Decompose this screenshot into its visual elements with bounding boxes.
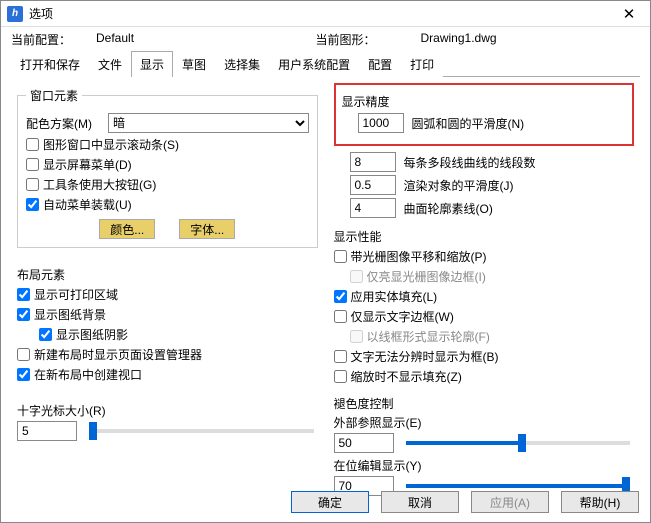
ok-button[interactable]: 确定 <box>291 491 369 513</box>
color-button[interactable]: 颜色... <box>99 219 155 239</box>
current-config-value: Default <box>96 31 316 48</box>
tab-bar: 打开和保存 文件 显示 草图 选择集 用户系统配置 配置 打印 <box>11 50 640 77</box>
crosshair-input[interactable] <box>17 421 77 441</box>
tab-file[interactable]: 文件 <box>89 51 131 77</box>
crosshair-label: 十字光标大小(R) <box>17 402 318 419</box>
wireframe-checkbox: 以线框形式显示轮廓(F) <box>350 328 490 345</box>
poly-seg-input[interactable] <box>350 152 396 172</box>
arc-smooth-input[interactable] <box>358 113 404 133</box>
color-scheme-select[interactable]: 暗 <box>108 113 309 133</box>
crosshair-slider[interactable] <box>89 429 314 433</box>
printable-area-checkbox[interactable]: 显示可打印区域 <box>17 286 118 303</box>
contour-label: 曲面轮廓素线(O) <box>404 200 493 217</box>
close-icon[interactable]: ✕ <box>614 5 644 23</box>
screen-menu-checkbox[interactable]: 显示屏幕菜单(D) <box>26 156 132 173</box>
paper-shadow-checkbox[interactable]: 显示图纸阴影 <box>39 326 128 343</box>
arc-smooth-label: 圆弧和圆的平滑度(N) <box>412 115 525 132</box>
perf-legend: 显示性能 <box>334 228 635 245</box>
render-smooth-input[interactable] <box>350 175 396 195</box>
page-setup-checkbox[interactable]: 新建布局时显示页面设置管理器 <box>17 346 202 363</box>
window-title: 选项 <box>29 5 614 22</box>
tab-selection[interactable]: 选择集 <box>215 51 269 77</box>
poly-seg-label: 每条多段线曲线的线段数 <box>404 154 536 171</box>
create-viewport-checkbox[interactable]: 在新布局中创建视口 <box>17 366 142 383</box>
raster-pan-checkbox[interactable]: 带光栅图像平移和缩放(P) <box>334 248 487 265</box>
layout-elements-legend: 布局元素 <box>17 266 318 283</box>
highlight-raster-checkbox: 仅亮显光栅图像边框(I) <box>350 268 486 285</box>
cancel-button[interactable]: 取消 <box>381 491 459 513</box>
tab-user-sys[interactable]: 用户系统配置 <box>269 51 359 77</box>
current-drawing-label: 当前图形： <box>316 31 421 48</box>
layout-elements-group: 布局元素 显示可打印区域 显示图纸背景 显示图纸阴影 新建布局时显示页面设置管理… <box>17 256 318 394</box>
xref-fade-input[interactable] <box>334 433 394 453</box>
color-scheme-label: 配色方案(M) <box>26 115 108 132</box>
tab-sketch[interactable]: 草图 <box>173 51 215 77</box>
text-box-checkbox[interactable]: 文字无法分辨时显示为框(B) <box>334 348 499 365</box>
solid-fill-checkbox[interactable]: 应用实体填充(L) <box>334 288 438 305</box>
text-frame-checkbox[interactable]: 仅显示文字边框(W) <box>334 308 454 325</box>
large-buttons-checkbox[interactable]: 工具条使用大按钮(G) <box>26 176 156 193</box>
window-elements-legend: 窗口元素 <box>26 87 82 104</box>
font-button[interactable]: 字体... <box>179 219 235 239</box>
precision-legend: 显示精度 <box>342 93 627 110</box>
fade-legend: 褪色度控制 <box>334 395 635 412</box>
app-logo-icon: h <box>7 6 23 22</box>
auto-menu-checkbox[interactable]: 自动菜单装载(U) <box>26 196 132 213</box>
xref-fade-slider[interactable] <box>406 441 631 445</box>
tab-display[interactable]: 显示 <box>131 51 173 77</box>
tab-config[interactable]: 配置 <box>359 51 401 77</box>
edit-fade-label: 在位编辑显示(Y) <box>334 457 635 474</box>
tab-open-save[interactable]: 打开和保存 <box>11 51 89 77</box>
scrollbar-checkbox[interactable]: 图形窗口中显示滚动条(S) <box>26 136 179 153</box>
current-config-label: 当前配置： <box>11 31 96 48</box>
xref-fade-label: 外部参照显示(E) <box>334 414 635 431</box>
render-smooth-label: 渲染对象的平滑度(J) <box>404 177 514 194</box>
contour-input[interactable] <box>350 198 396 218</box>
precision-highlight: 显示精度 圆弧和圆的平滑度(N) <box>334 83 635 146</box>
window-elements-group: 窗口元素 配色方案(M) 暗 图形窗口中显示滚动条(S) 显示屏幕菜单(D) 工… <box>17 87 318 248</box>
current-drawing-value: Drawing1.dwg <box>421 31 641 48</box>
help-button[interactable]: 帮助(H) <box>561 491 639 513</box>
tab-print[interactable]: 打印 <box>401 51 443 77</box>
no-fill-zoom-checkbox[interactable]: 缩放时不显示填充(Z) <box>334 368 462 385</box>
paper-bg-checkbox[interactable]: 显示图纸背景 <box>17 306 106 323</box>
apply-button: 应用(A) <box>471 491 549 513</box>
